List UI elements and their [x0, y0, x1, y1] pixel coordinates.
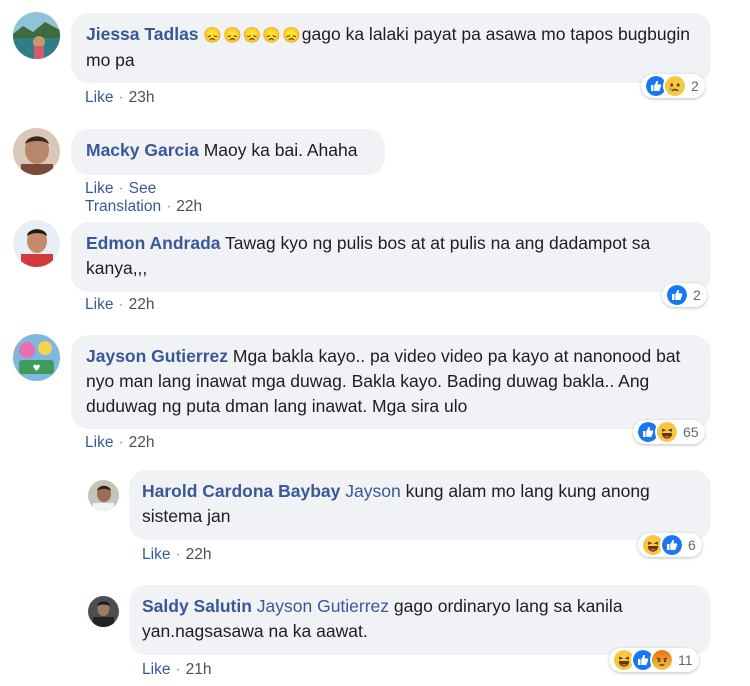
- reaction-count: 2: [693, 287, 701, 303]
- like-button[interactable]: Like: [142, 546, 170, 563]
- reply-time[interactable]: 21h: [186, 661, 212, 678]
- reaction-summary[interactable]: 2: [641, 74, 705, 98]
- reaction-count: 65: [683, 424, 699, 440]
- reaction-count: 2: [691, 78, 699, 94]
- like-button[interactable]: Like: [85, 434, 113, 451]
- comment-actions: Like · 22h: [85, 296, 154, 314]
- comment-bubble: Jayson Gutierrez Mga bakla kayo.. pa vid…: [71, 335, 711, 429]
- reply-bubble: Harold Cardona Baybay Jayson kung alam m…: [129, 470, 711, 540]
- mention-link[interactable]: Jayson Gutierrez: [257, 596, 389, 616]
- reaction-count: 6: [688, 537, 696, 553]
- like-button[interactable]: Like: [142, 661, 170, 678]
- like-reaction-icon: [660, 533, 684, 557]
- like-button[interactable]: Like: [85, 296, 113, 313]
- angry-reaction-icon: [650, 648, 674, 672]
- comment-time[interactable]: 23h: [129, 89, 155, 106]
- separator-dot: ·: [175, 546, 181, 563]
- like-reaction-icon: [665, 283, 689, 307]
- avatar[interactable]: ♥: [13, 334, 60, 381]
- separator-dot: ·: [118, 89, 124, 106]
- comment-actions: Like · 23h: [85, 89, 154, 107]
- comment-time[interactable]: 22h: [129, 296, 155, 313]
- avatar[interactable]: [13, 128, 60, 175]
- avatar[interactable]: [13, 220, 60, 267]
- separator-dot: ·: [118, 296, 124, 313]
- reaction-count: 11: [678, 652, 693, 668]
- like-button[interactable]: Like: [85, 89, 113, 106]
- comment-author[interactable]: Jiessa Tadlas: [86, 24, 199, 44]
- reply-actions: Like · 22h: [142, 546, 211, 564]
- comment-actions: Like · 22h: [85, 434, 154, 452]
- comment-bubble: Jiessa Tadlas 😞😞😞😞😞gago ka lalaki payat …: [71, 13, 711, 83]
- comment-author[interactable]: Jayson Gutierrez: [86, 346, 228, 366]
- separator-dot: ·: [166, 198, 172, 215]
- comment-author[interactable]: Macky Garcia: [86, 140, 199, 160]
- reply-author[interactable]: Harold Cardona Baybay: [142, 481, 340, 501]
- avatar[interactable]: [88, 596, 119, 627]
- reply-author[interactable]: Saldy Salutin: [142, 596, 252, 616]
- comment-text: Maoy ka bai. Ahaha: [203, 140, 358, 160]
- reaction-summary[interactable]: 11: [609, 648, 699, 672]
- separator-dot: ·: [175, 661, 181, 678]
- reply-time[interactable]: 22h: [186, 546, 212, 563]
- like-button[interactable]: Like: [85, 180, 113, 197]
- comment-time[interactable]: 22h: [129, 434, 155, 451]
- haha-reaction-icon: [655, 420, 679, 444]
- reaction-summary[interactable]: 2: [662, 283, 707, 307]
- comment-author[interactable]: Edmon Andrada: [86, 233, 221, 253]
- separator-dot: ·: [118, 180, 124, 197]
- sad-reaction-icon: [663, 74, 687, 98]
- comment-actions: Like · See Translation · 22h: [85, 180, 202, 216]
- sad-emojis: 😞😞😞😞😞: [203, 27, 302, 44]
- reaction-summary[interactable]: 65: [633, 420, 705, 444]
- avatar[interactable]: [88, 480, 119, 511]
- comment-bubble: Macky Garcia Maoy ka bai. Ahaha: [71, 129, 385, 175]
- reply-bubble: Saldy Salutin Jayson Gutierrez gago ordi…: [129, 585, 711, 655]
- reply-actions: Like · 21h: [142, 661, 211, 679]
- comment-bubble: Edmon Andrada Tawag kyo ng pulis bos at …: [71, 222, 711, 292]
- svg-text:♥: ♥: [32, 364, 40, 374]
- comment-time[interactable]: 22h: [176, 198, 202, 215]
- reaction-summary[interactable]: 6: [638, 533, 702, 557]
- mention-link[interactable]: Jayson: [345, 481, 400, 501]
- avatar[interactable]: [13, 12, 60, 59]
- separator-dot: ·: [118, 434, 124, 451]
